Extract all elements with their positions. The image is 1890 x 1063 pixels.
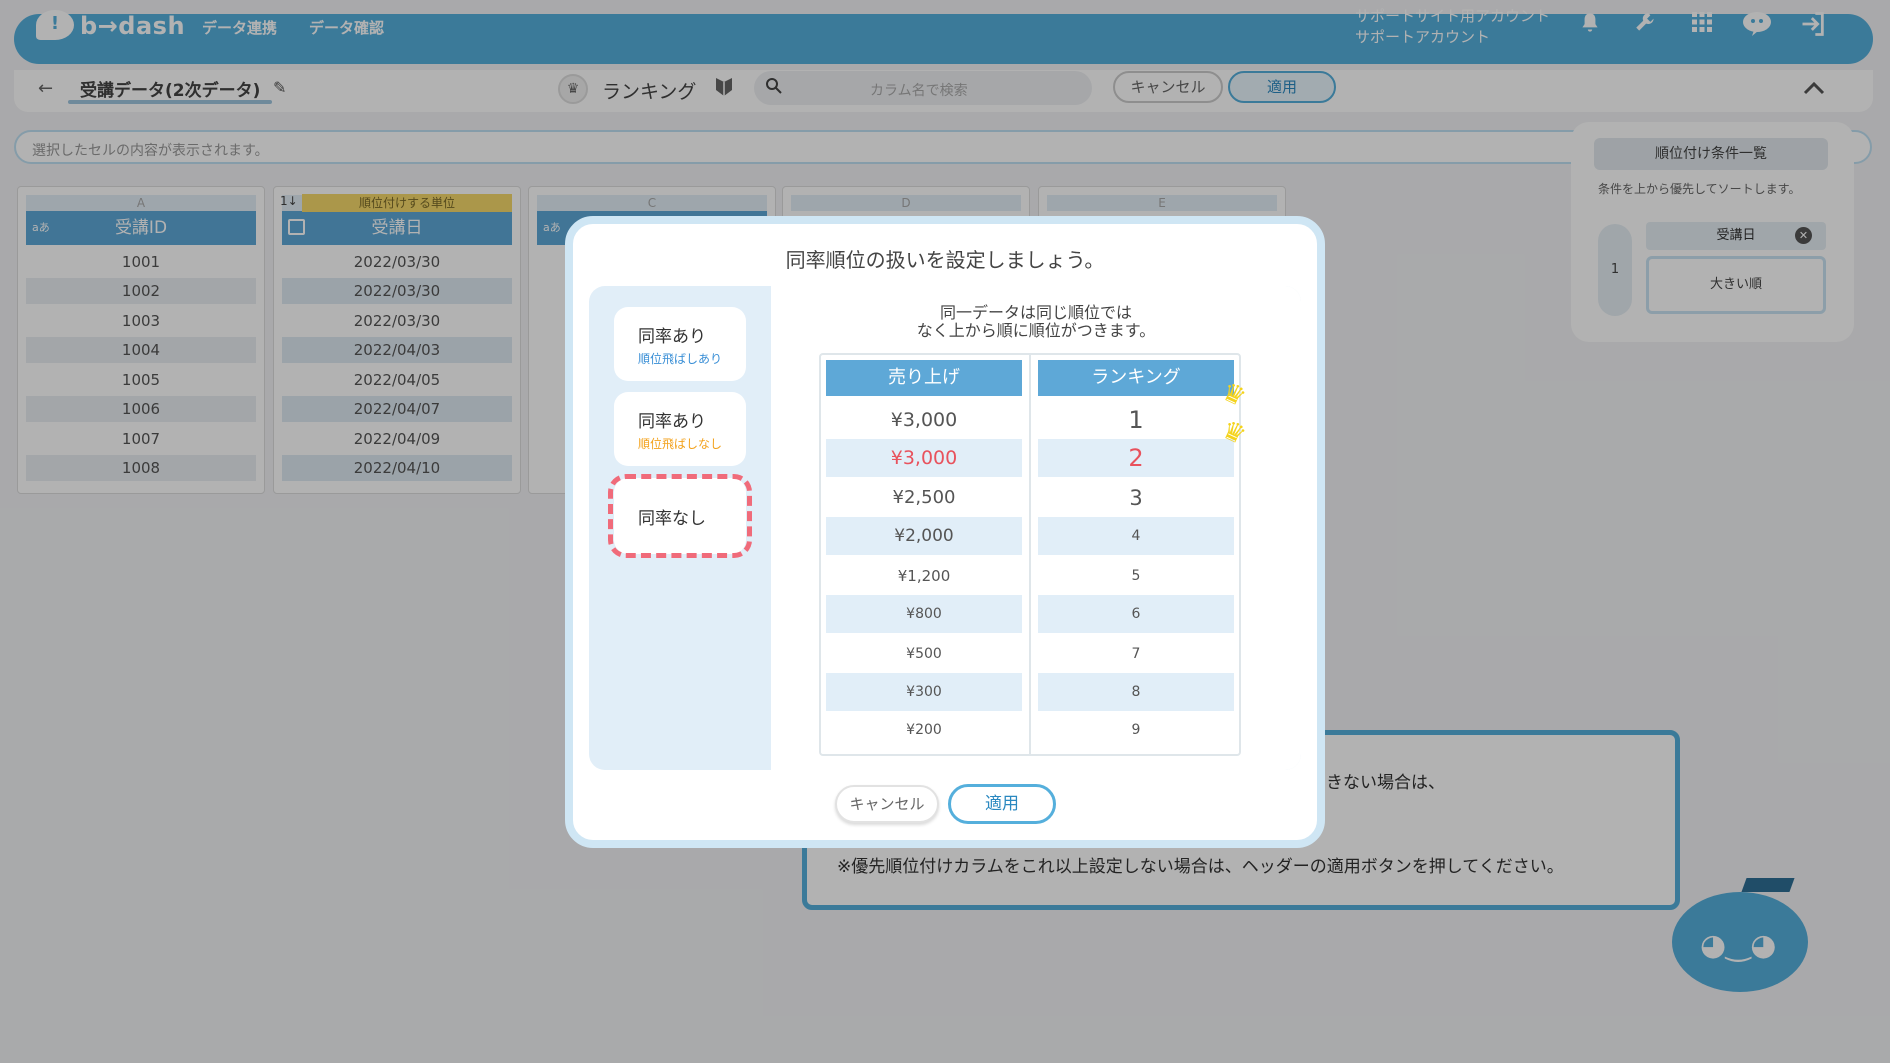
rank-cell: 7 bbox=[1131, 646, 1141, 662]
modal-title: 同率順位の扱いを設定しましょう。 bbox=[785, 248, 1105, 272]
table-divider bbox=[1029, 353, 1031, 756]
selected-option-highlight bbox=[608, 474, 752, 558]
rank-cell: 3 bbox=[1129, 486, 1143, 510]
sales-column: ¥3,000 ¥3,000 ¥2,500 ¥2,000 ¥1,200 ¥800 … bbox=[826, 401, 1022, 749]
sales-cell: ¥1,200 bbox=[897, 567, 951, 585]
rank-cell: 8 bbox=[1038, 673, 1234, 711]
table-header-ranking: ランキング bbox=[1038, 360, 1234, 396]
sales-cell: ¥2,000 bbox=[826, 517, 1022, 555]
option-tie-without-skip[interactable]: 同率あり 順位飛ばしなし bbox=[614, 392, 746, 466]
sales-cell: ¥800 bbox=[826, 595, 1022, 633]
rank-cell: 9 bbox=[1131, 722, 1141, 738]
table-header-sales: 売り上げ bbox=[826, 360, 1022, 396]
description-line: 同一データは同じ順位では bbox=[939, 303, 1132, 322]
sales-cell: ¥3,000 bbox=[826, 439, 1022, 477]
rank-cell: 6 bbox=[1038, 595, 1234, 633]
option-tie-with-skip[interactable]: 同率あり 順位飛ばしあり bbox=[614, 307, 746, 381]
sales-cell: ¥2,500 bbox=[892, 487, 956, 508]
sales-cell: ¥3,000 bbox=[890, 409, 958, 431]
option-title: 同率あり bbox=[638, 327, 706, 347]
rank-cell: 1 bbox=[1128, 406, 1144, 434]
option-subtitle: 順位飛ばしあり bbox=[638, 352, 723, 366]
option-title: 同率あり bbox=[638, 412, 706, 432]
option-description: 同一データは同じ順位では なく上から順に順位がつきます。 bbox=[771, 304, 1301, 340]
sales-cell: ¥300 bbox=[826, 673, 1022, 711]
rank-cell: 5 bbox=[1131, 568, 1141, 584]
description-line: なく上から順に順位がつきます。 bbox=[916, 321, 1156, 340]
rank-cell: 2 bbox=[1038, 439, 1234, 477]
modal-apply-button[interactable]: 適用 bbox=[948, 784, 1056, 824]
option-subtitle: 順位飛ばしなし bbox=[638, 437, 723, 451]
sales-cell: ¥500 bbox=[906, 646, 942, 662]
rank-cell: 4 bbox=[1038, 517, 1234, 555]
sales-cell: ¥200 bbox=[906, 722, 942, 738]
ranking-column: 1 2 3 4 5 6 7 8 9 bbox=[1038, 401, 1234, 749]
modal-cancel-button[interactable]: キャンセル bbox=[835, 785, 939, 823]
